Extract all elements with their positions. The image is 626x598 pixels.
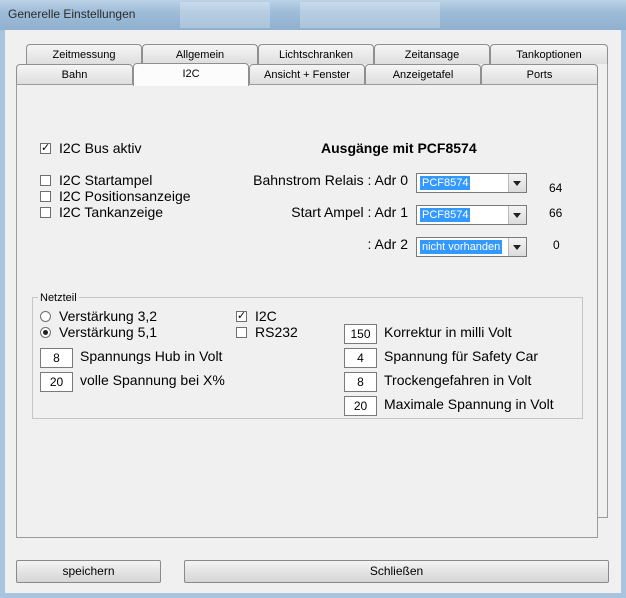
tab-zeitmessung[interactable]: Zeitmessung xyxy=(26,44,142,64)
title-bar[interactable]: Generelle Einstellungen xyxy=(0,0,626,30)
schliessen-button[interactable]: Schließen xyxy=(184,560,609,583)
title-bar-glass-deco xyxy=(300,2,440,28)
tab-pane-i2c xyxy=(16,84,598,538)
tab-ansicht-fenster[interactable]: Ansicht + Fenster xyxy=(249,64,365,84)
tab-i2c[interactable]: I2C xyxy=(133,63,249,86)
window-title: Generelle Einstellungen xyxy=(8,7,136,21)
tab-tankoptionen[interactable]: Tankoptionen xyxy=(490,44,608,64)
title-bar-glass-deco xyxy=(180,2,270,28)
tab-zeitansage[interactable]: Zeitansage xyxy=(374,44,490,64)
speichern-button[interactable]: speichern xyxy=(16,560,161,583)
tab-allgemein[interactable]: Allgemein xyxy=(142,44,258,64)
tab-lichtschranken[interactable]: Lichtschranken xyxy=(258,44,374,64)
tab-ports[interactable]: Ports xyxy=(481,64,598,84)
tab-anzeigetafel[interactable]: Anzeigetafel xyxy=(365,64,481,84)
tab-bahn[interactable]: Bahn xyxy=(16,64,133,84)
